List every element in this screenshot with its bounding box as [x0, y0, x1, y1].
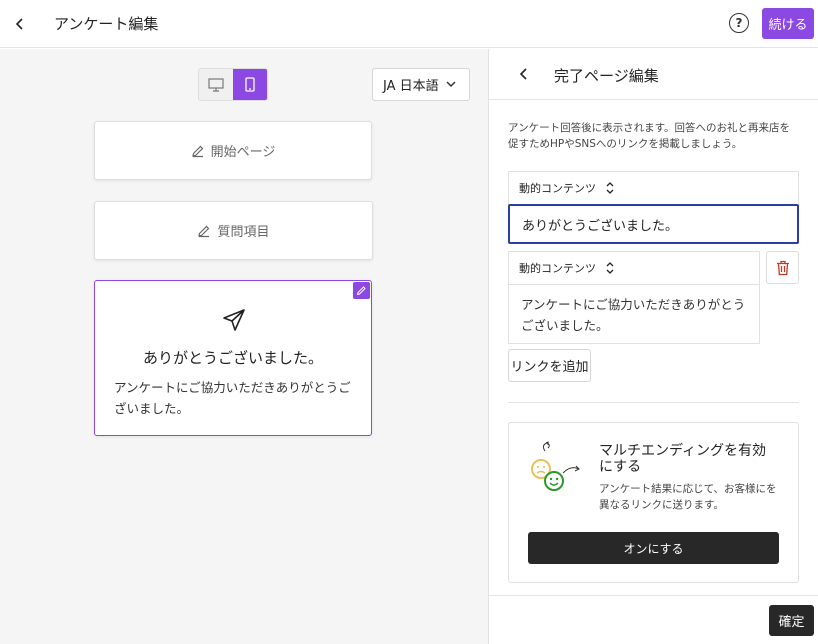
start-page-label: 開始ページ: [210, 145, 276, 160]
monitor-icon: [208, 77, 224, 92]
edit-icon[interactable]: [353, 282, 370, 299]
chevron-down-icon: [446, 81, 456, 88]
section-divider: [508, 402, 799, 403]
desktop-view-button[interactable]: [199, 69, 233, 100]
add-link-button[interactable]: リンクを追加: [508, 349, 591, 382]
panel-divider: [488, 49, 489, 644]
editor-divider: [489, 99, 818, 100]
chevron-left-icon: [519, 68, 527, 80]
content-type-select-2[interactable]: 動的コンテンツ: [508, 251, 760, 284]
help-icon[interactable]: ?: [729, 13, 749, 33]
language-select-value: JA 日本語: [383, 79, 439, 94]
body-text-input[interactable]: アンケートにご協力いただきありがとうございました。: [508, 284, 760, 344]
back-button[interactable]: [8, 12, 32, 36]
phone-icon: [245, 77, 255, 92]
content-type-select-1[interactable]: 動的コンテンツ: [508, 171, 799, 204]
enable-multi-ending-button[interactable]: オンにする: [528, 532, 779, 564]
multi-ending-panel: マルチエンディングを有効にする アンケート結果に応じて、お客様にを異なるリンクに…: [508, 422, 799, 583]
editor-title: 完了ページ編集: [554, 67, 659, 85]
pencil-icon: [191, 145, 203, 157]
language-select[interactable]: JA 日本語: [372, 68, 470, 101]
send-icon: [223, 309, 245, 331]
device-toggle: [198, 68, 268, 101]
footer-divider: [489, 595, 818, 596]
multi-ending-title: マルチエンディングを有効にする: [599, 443, 767, 475]
heading-text-input[interactable]: [508, 204, 799, 244]
editor-description: アンケート回答後に表示されます。回答へのお礼と再来店を促すためHPやSNSへのリ…: [508, 122, 791, 150]
completion-body: アンケートにご協力いただきありがとうございました。: [114, 380, 351, 416]
editor-back-button[interactable]: [512, 62, 536, 86]
start-page-card[interactable]: 開始ページ: [94, 121, 372, 180]
sort-arrows-icon: [606, 182, 614, 194]
questions-card[interactable]: 質問項目: [94, 201, 373, 260]
continue-button[interactable]: 続ける: [762, 8, 814, 39]
top-bar: アンケート編集 ? 続ける: [0, 0, 818, 48]
confirm-button[interactable]: 確定: [769, 605, 814, 636]
sort-arrows-icon: [606, 262, 614, 274]
mobile-view-button[interactable]: [233, 69, 267, 100]
completion-heading: ありがとうございました。: [142, 349, 323, 367]
trash-icon: [776, 260, 789, 275]
chevron-left-icon: [15, 18, 23, 30]
faces-illustration: [531, 441, 580, 491]
pencil-icon: [198, 225, 210, 237]
questions-label: 質問項目: [217, 225, 270, 240]
delete-button[interactable]: [766, 251, 799, 284]
multi-ending-description: アンケート結果に応じて、お客様にを異なるリンクに送ります。: [599, 483, 777, 511]
content-type-label: 動的コンテンツ: [519, 262, 596, 275]
page-title: アンケート編集: [54, 15, 159, 33]
completion-page-card[interactable]: ありがとうございました。 アンケートにご協力いただきありがとうございました。: [94, 280, 372, 436]
content-type-label: 動的コンテンツ: [519, 182, 596, 195]
